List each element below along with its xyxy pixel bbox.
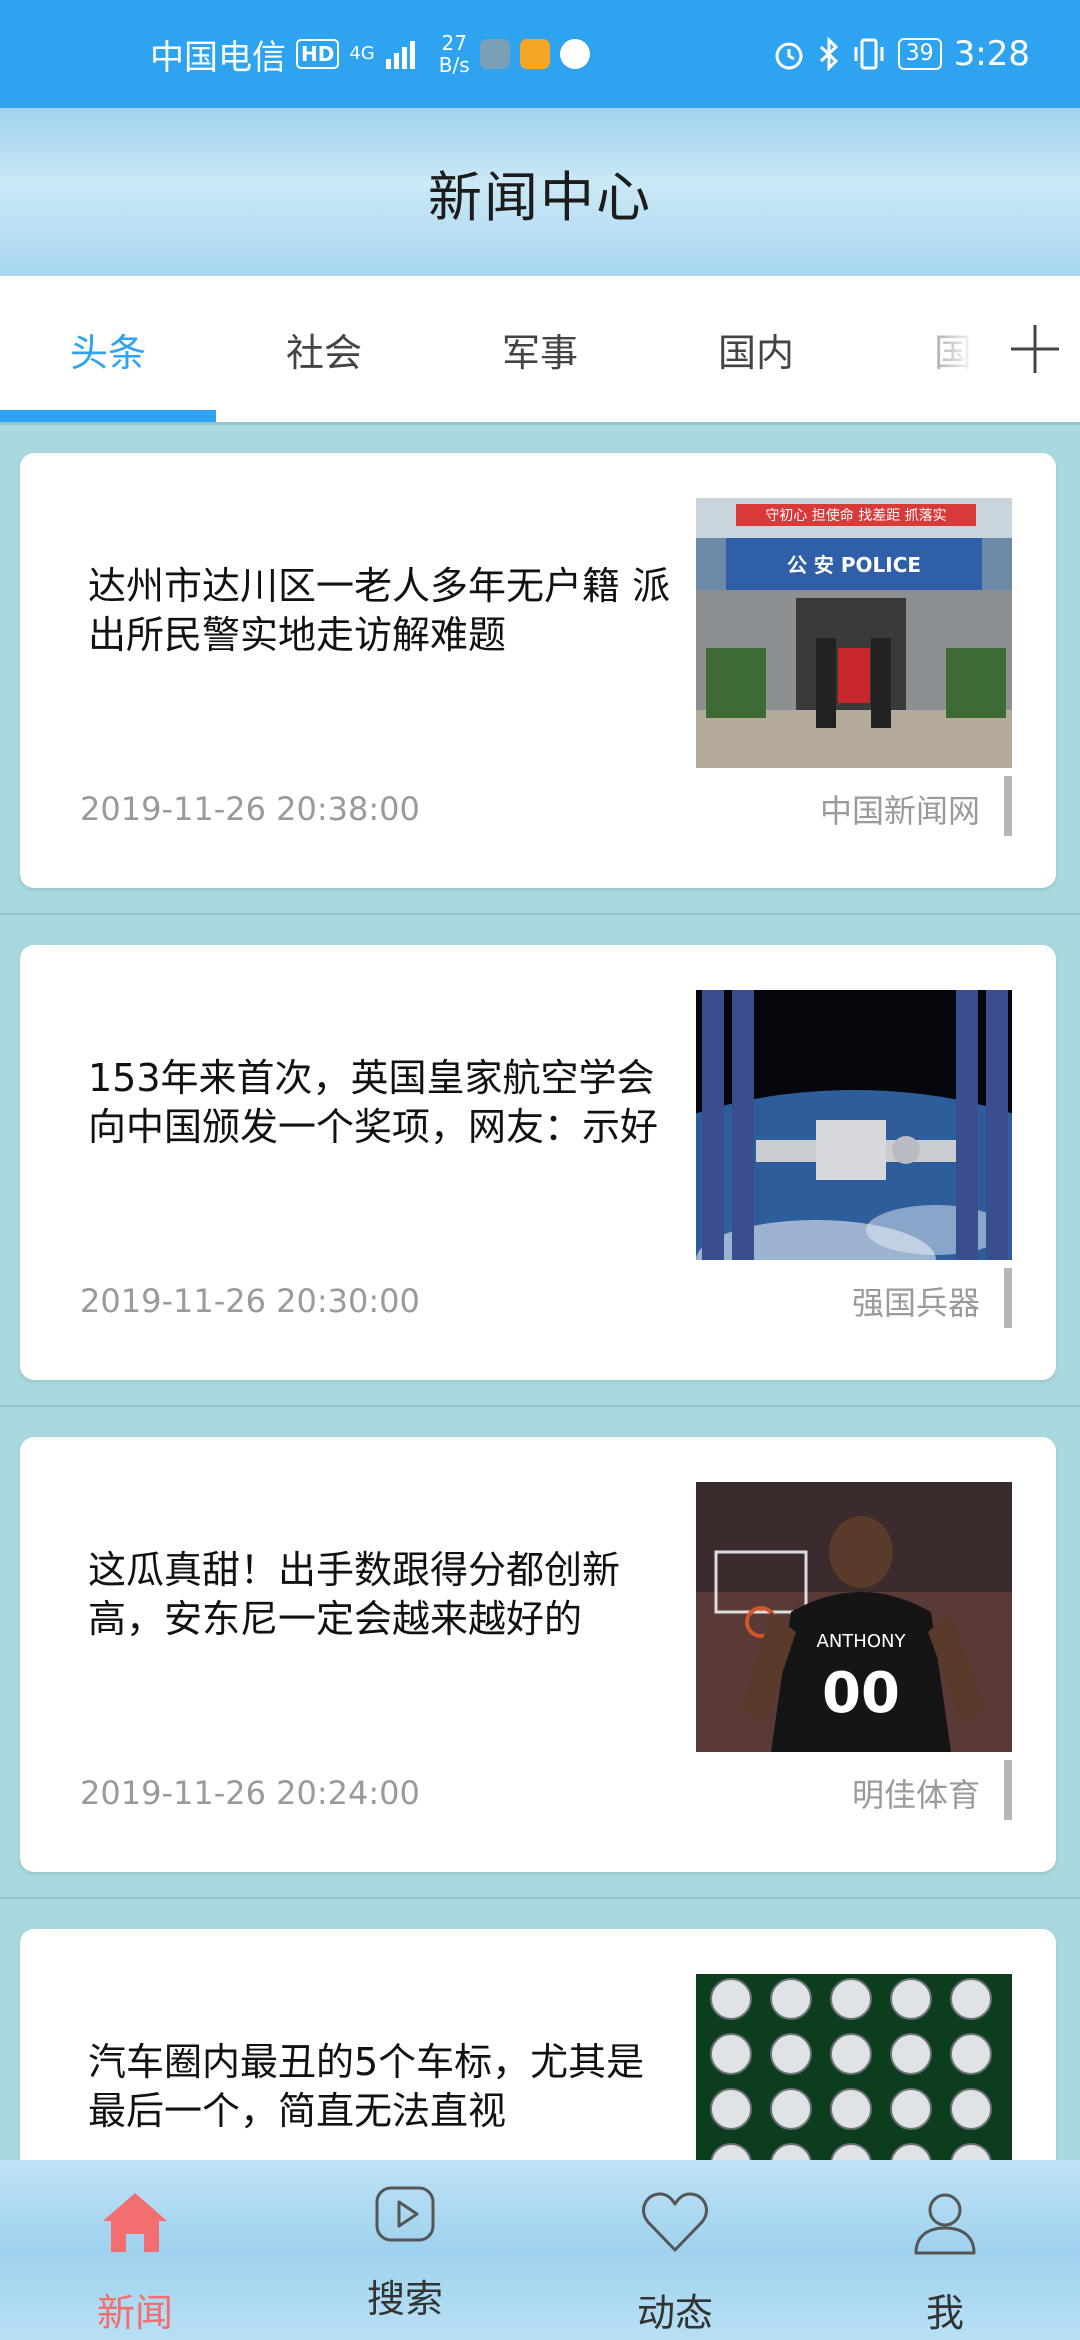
mail-icon [519, 39, 550, 69]
heart-icon [642, 2192, 708, 2252]
tab-label: 军事 [501, 330, 578, 375]
news-headline: 153年来首次，英国皇家航空学会向中国颁发一个奖项，网友：示好 [88, 1055, 659, 1149]
news-time: 2019-11-26 20:38:00 [80, 790, 420, 828]
hd-badge: HD [296, 39, 340, 69]
add-category-button[interactable] [990, 276, 1080, 422]
home-icon [103, 2193, 167, 2252]
divider [0, 1405, 1080, 1407]
news-card[interactable]: 达州市达川区一老人多年无户籍 派出所民警实地走访解难题 2019-11-26 2… [20, 453, 1056, 888]
clock: 3:28 [953, 34, 1030, 74]
news-headline: 这瓜真甜！出手数跟得分都创新高，安东尼一定会越来越好的 [88, 1547, 621, 1641]
space-station-image [696, 990, 1012, 1260]
tab-military[interactable]: 军事 [432, 276, 648, 422]
nav-me[interactable]: 我 [810, 2160, 1080, 2340]
nav-label: 动态 [636, 2291, 713, 2335]
basketball-player-image: ANTHONY 00 [696, 1482, 1012, 1752]
news-feed[interactable]: 达州市达川区一老人多年无户籍 派出所民警实地走访解难题 2019-11-26 2… [0, 425, 1080, 2160]
vibrate-icon [854, 38, 884, 70]
jersey-name: ANTHONY [817, 1631, 907, 1652]
active-tab-indicator [0, 410, 216, 422]
news-source: 中国新闻网 [819, 792, 980, 830]
police-station-image: 守初心 担使命 找差距 抓落实 公 安 POLICE [696, 498, 1012, 768]
bluetooth-icon [819, 37, 838, 71]
news-headline: 汽车圈内最丑的5个车标，尤其是最后一个，简直无法直视 [88, 2039, 645, 2133]
nav-search[interactable]: 搜索 [270, 2160, 540, 2340]
category-tabs: 头条 社会 军事 国内 国际 [0, 276, 1080, 425]
speed-value: 27 [441, 31, 467, 55]
source-marker [1004, 1268, 1012, 1328]
news-headline: 达州市达川区一老人多年无户籍 派出所民警实地走访解难题 [88, 563, 671, 657]
news-time: 2019-11-26 20:24:00 [80, 1774, 420, 1812]
news-card[interactable]: 这瓜真甜！出手数跟得分都创新高，安东尼一定会越来越好的 2019-11-26 2… [20, 1437, 1056, 1872]
tab-headlines[interactable]: 头条 [0, 276, 216, 422]
alarm-icon [775, 42, 803, 70]
signal-icon [385, 41, 415, 69]
user-icon [914, 2193, 976, 2255]
app-notification-icon [479, 39, 510, 69]
nav-label: 新闻 [96, 2291, 173, 2335]
app-header: 新闻中心 [0, 108, 1080, 276]
speed-unit: B/s [438, 53, 470, 77]
tab-label: 头条 [69, 330, 146, 375]
news-card[interactable]: 汽车圈内最丑的5个车标，尤其是最后一个，简直无法直视 [20, 1929, 1056, 2160]
tab-label: 社会 [285, 330, 362, 375]
source-marker [1004, 776, 1012, 836]
divider [0, 1897, 1080, 1899]
battery-icon: 39 [897, 38, 942, 70]
news-source: 强国兵器 [851, 1284, 980, 1322]
divider [0, 913, 1080, 915]
play-icon [375, 2186, 435, 2242]
source-marker [1004, 1760, 1012, 1820]
plus-icon [1011, 325, 1059, 373]
tab-society[interactable]: 社会 [216, 276, 432, 422]
news-time: 2019-11-26 20:30:00 [80, 1282, 420, 1320]
status-bar: 中国电信 HD 4G 27 B/s 39 3:28 [0, 0, 1080, 108]
news-card[interactable]: 153年来首次，英国皇家航空学会向中国颁发一个奖项，网友：示好 2019-11-… [20, 945, 1056, 1380]
thumb-sign-text: 公 安 POLICE [787, 553, 921, 577]
network-type: 4G [349, 43, 375, 64]
thumb-banner-text: 守初心 担使命 找差距 抓落实 [765, 507, 946, 524]
sync-icon [559, 39, 590, 69]
bottom-nav: 新闻 搜索 动态 我 [0, 2160, 1080, 2340]
nav-news[interactable]: 新闻 [0, 2160, 270, 2340]
nav-label: 搜索 [366, 2277, 443, 2321]
network-speed: 27 B/s [439, 32, 470, 76]
carrier-label: 中国电信 [150, 37, 286, 78]
tab-domestic[interactable]: 国内 [648, 276, 864, 422]
page-title: 新闻中心 [428, 165, 652, 229]
nav-label: 我 [925, 2291, 964, 2335]
tab-label: 国内 [717, 330, 794, 375]
news-source: 明佳体育 [851, 1776, 980, 1814]
tab-fade [880, 276, 1000, 422]
car-logos-image [696, 1974, 1012, 2160]
jersey-number: 00 [822, 1661, 900, 1726]
nav-activity[interactable]: 动态 [540, 2160, 810, 2340]
